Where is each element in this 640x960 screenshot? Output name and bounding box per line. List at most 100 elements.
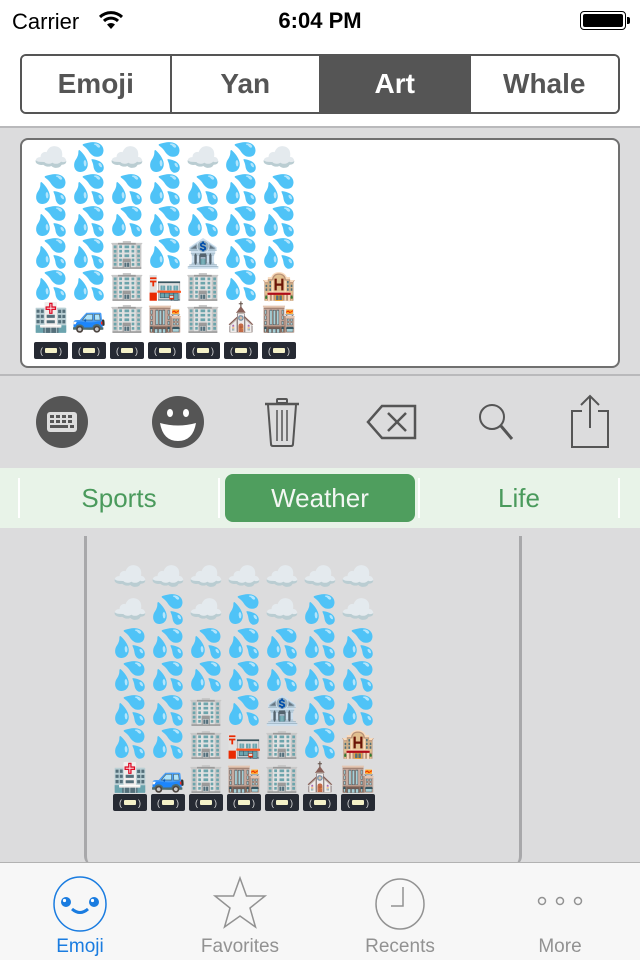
emoji-cell: 🏢	[109, 237, 145, 270]
emoji-cell: 💦	[302, 693, 338, 727]
videocassette-cell: ()	[32, 342, 70, 359]
tab-label: Recents	[365, 936, 435, 957]
art-preview[interactable]: ☁️ 💦 ☁️ 💦 ☁️ 💦 ☁️ 💦 💦 💦 💦 💦 💦 💦 💦 💦 💦 💦 💦 💦 💦 💦 💦 🏢 💦 🏦 💦 💦 💦 💦 🏢 🏣 🏢 💦 🏨 🏥…	[20, 138, 620, 368]
emoji-cell: 🏥	[112, 760, 148, 794]
emoji-cell: 🚙	[150, 760, 186, 794]
emoji-cell: 💦	[261, 173, 297, 206]
category-divider	[618, 478, 620, 518]
tab-label: Favorites	[200, 936, 280, 957]
segment-art[interactable]: Art	[319, 56, 469, 112]
emoji-cell: 💦	[226, 626, 262, 660]
emoji-board-area: ☁️ ☁️ ☁️ ☁️ ☁️ ☁️ ☁️ ☁️ 💦 ☁️ 💦 ☁️ 💦 ☁️ 💦 💦 💦 💦 💦 💦 💦 💦 💦 💦 💦 💦 💦 💦 💦…	[0, 528, 640, 866]
videocassette-cell: ()	[222, 342, 260, 359]
emoji-cell: 💦	[71, 173, 107, 206]
emoji-cell: ☁️	[150, 559, 186, 593]
videocassette-cell: ()	[301, 794, 339, 811]
emoji-cell: 💦	[71, 141, 107, 174]
keyboard-button[interactable]	[32, 392, 92, 452]
emoji-cell: 🏢	[188, 727, 224, 761]
emoji-cell: ☁️	[33, 141, 69, 174]
videocassette-icon: ()	[148, 342, 182, 359]
videocassette-cell: ()	[108, 342, 146, 359]
emoji-cell: 🏢	[185, 301, 221, 334]
videocassette-icon: ()	[262, 342, 296, 359]
trash-button[interactable]	[252, 392, 312, 452]
category-divider	[418, 478, 420, 518]
videocassette-icon: ()	[151, 794, 185, 811]
emoji-cell: 💦	[188, 660, 224, 694]
tab-more[interactable]: More	[480, 863, 640, 960]
emoji-smiley-button[interactable]	[148, 392, 208, 452]
backspace-button[interactable]	[362, 392, 422, 452]
videocassette-cell: ()	[187, 794, 225, 811]
emoji-art-board[interactable]: ☁️ ☁️ ☁️ ☁️ ☁️ ☁️ ☁️ ☁️ 💦 ☁️ 💦 ☁️ 💦 ☁️ 💦 💦 💦 💦 💦 💦 💦 💦 💦 💦 💦 💦 💦 💦 💦…	[84, 536, 522, 866]
emoji-cell: 💦	[226, 593, 262, 627]
share-button[interactable]	[560, 392, 620, 452]
emoji-cell: 🏢	[109, 301, 145, 334]
videocassette-icon: ()	[303, 794, 337, 811]
emoji-cell: 💦	[264, 626, 300, 660]
search-button[interactable]	[466, 392, 526, 452]
emoji-cell: 🏣	[226, 727, 262, 761]
emoji-cell: 💦	[150, 727, 186, 761]
emoji-cell: 🏥	[33, 301, 69, 334]
emoji-cell: ☁️	[340, 593, 376, 627]
videocassette-icon: ()	[186, 342, 220, 359]
emoji-cell: 💦	[302, 626, 338, 660]
emoji-cell: 💦	[223, 237, 259, 270]
backspace-icon	[366, 404, 417, 440]
board-grid: ☁️ ☁️ ☁️ ☁️ ☁️ ☁️ ☁️ ☁️ 💦 ☁️ 💦 ☁️ 💦 ☁️ 💦 💦 💦 💦 💦 💦 💦 💦 💦 💦 💦 💦 💦 💦 💦…	[111, 560, 377, 795]
emoji-cell: 💦	[261, 237, 297, 270]
emoji-cell: 🏢	[264, 727, 300, 761]
tab-label: More	[538, 936, 582, 957]
emoji-cell: 💦	[33, 205, 69, 238]
segment-emoji[interactable]: Emoji	[22, 56, 170, 112]
emoji-cell: ☁️	[188, 559, 224, 593]
segment-yan[interactable]: Yan	[169, 56, 319, 112]
emoji-cell: 💦	[150, 660, 186, 694]
category-life[interactable]: Life	[424, 474, 614, 522]
emoji-cell: 🏣	[147, 269, 183, 302]
category-divider	[218, 478, 220, 518]
emoji-cell: 💦	[150, 693, 186, 727]
emoji-cell: 💦	[223, 141, 259, 174]
emoji-cell: 💦	[185, 205, 221, 238]
tab-favorites[interactable]: Favorites	[160, 863, 320, 960]
emoji-cell: 💦	[112, 660, 148, 694]
videocassette-icon: ()	[227, 794, 261, 811]
emoji-cell: 💦	[188, 626, 224, 660]
emoji-cell: 💦	[147, 173, 183, 206]
videocassette-icon: ()	[265, 794, 299, 811]
preview-area: ☁️ 💦 ☁️ 💦 ☁️ 💦 ☁️ 💦 💦 💦 💦 💦 💦 💦 💦 💦 💦 💦 💦 💦 💦 💦 💦 🏢 💦 🏦 💦 💦 💦 💦 🏢 🏣 🏢 💦 🏨 🏥…	[0, 130, 640, 376]
tab-emoji[interactable]: Emoji	[0, 863, 160, 960]
emoji-cell: 💦	[112, 727, 148, 761]
preview-footer-row: ()()()()()()()	[32, 342, 298, 359]
emoji-cell: 💦	[71, 237, 107, 270]
emoji-cell: ☁️	[185, 141, 221, 174]
videocassette-cell: ()	[111, 794, 149, 811]
emoji-cell: 🏨	[340, 727, 376, 761]
emoji-cell: ☁️	[188, 593, 224, 627]
emoji-cell: 💦	[112, 626, 148, 660]
emoji-cell: 💦	[226, 693, 262, 727]
emoji-cell: ☁️	[302, 559, 338, 593]
emoji-cell: 💦	[264, 660, 300, 694]
emoji-cell: 🏢	[264, 760, 300, 794]
emoji-cell: ☁️	[112, 593, 148, 627]
emoji-cell: 💦	[226, 660, 262, 694]
emoji-cell: 💦	[109, 173, 145, 206]
toolbar	[0, 378, 640, 468]
emoji-cell: ⛪	[223, 301, 259, 334]
tab-recents[interactable]: Recents	[320, 863, 480, 960]
emoji-cell: 💦	[340, 660, 376, 694]
category-weather[interactable]: Weather	[225, 474, 415, 522]
category-sports[interactable]: Sports	[24, 474, 214, 522]
emoji-cell: ☁️	[261, 141, 297, 174]
emoji-cell: 💦	[340, 693, 376, 727]
emoji-cell: 💦	[33, 173, 69, 206]
segment-whale[interactable]: Whale	[468, 56, 618, 112]
emoji-cell: 💦	[147, 237, 183, 270]
videocassette-cell: ()	[146, 342, 184, 359]
emoji-cell: ☁️	[264, 593, 300, 627]
status-bar: Carrier 6:04 PM	[0, 0, 640, 40]
